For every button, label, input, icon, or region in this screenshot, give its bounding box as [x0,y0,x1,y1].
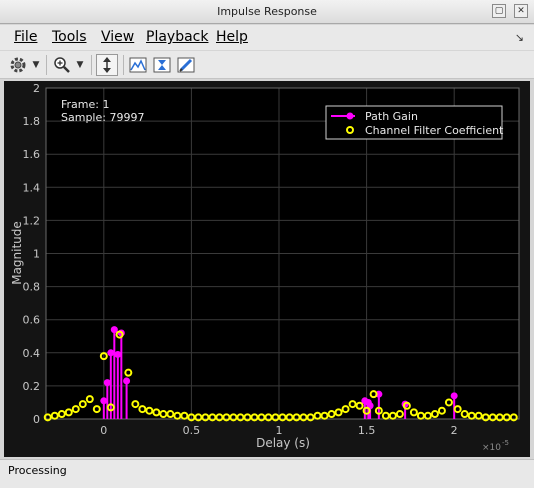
y-tick-label: 1.6 [23,148,41,161]
x-exponent-value: -5 [502,439,509,447]
triggers-button[interactable] [151,54,173,76]
menu-file[interactable]: File [14,29,37,45]
plot-panel: 0 0.5 1 1.5 2 0 0.2 0.4 0.6 0.8 1 1.2 1.4 1.6 1.8 2 Fr… [4,81,530,457]
style-button[interactable] [175,54,197,76]
status-text: Processing [8,464,67,477]
path-gain-point [114,350,122,358]
settings-button[interactable] [7,54,29,76]
peak-finder-icon [129,57,147,73]
restore-window-button[interactable]: ▢ [492,4,506,18]
y-tick-label: 1.8 [23,115,41,128]
x-axis-label: Delay (s) [256,436,310,450]
gear-icon [10,57,26,73]
window-titlebar: Impulse Response ▢ ✕ [0,0,534,24]
x-tick-label: 0.5 [183,424,201,437]
path-gain-point [123,377,131,385]
toolbar: ▼ ▼ [0,51,534,79]
legend-path-gain-label: Path Gain [365,110,418,123]
x-tick-label: 2 [451,424,458,437]
menu-help-label: Help [216,29,248,45]
zoom-in-button[interactable] [51,54,73,76]
status-bar: Processing [0,459,534,488]
menu-playback[interactable]: Playback [146,29,208,45]
menu-view-label: View [101,29,135,45]
scale-y-button[interactable] [96,54,118,76]
menu-help[interactable]: Help [216,29,248,45]
menu-tools[interactable]: Tools [52,29,87,45]
triggers-icon [153,57,171,73]
y-tick-label: 0.6 [23,314,41,327]
close-window-button[interactable]: ✕ [514,4,528,18]
legend-filter-label: Channel Filter Coefficient [365,124,504,137]
y-tick-label: 0 [33,413,40,426]
toolbar-separator [46,55,47,75]
sample-readout: Sample: 79997 [61,111,144,124]
zoom-in-icon [54,57,70,73]
frame-readout: Frame: 1 [61,98,109,111]
y-axis-label: Magnitude [10,221,24,285]
menu-tools-label: Tools [52,29,87,45]
x-tick-label: 1.5 [358,424,376,437]
pen-icon [177,57,195,73]
legend-path-gain-marker [346,112,354,120]
peak-finder-button[interactable] [127,54,149,76]
path-gain-point [100,397,108,405]
scale-y-icon [103,57,111,73]
y-tick-label: 0.4 [23,347,41,360]
zoom-dropdown[interactable]: ▼ [74,54,86,76]
menu-file-label: File [14,29,38,45]
chevron-down-icon: ▼ [76,60,84,70]
y-tick-label: 1.2 [23,214,41,227]
menu-bar: File Tools View Playback Help ↘ [0,25,534,50]
y-tick-label: 2 [33,82,40,95]
y-tick-label: 0.8 [23,281,41,294]
chevron-down-icon: ▼ [32,60,40,70]
toolbar-separator [91,55,92,75]
y-tick-label: 1 [33,248,40,261]
x-exponent-base: ×10 [482,443,501,453]
settings-dropdown[interactable]: ▼ [30,54,42,76]
menu-view[interactable]: View [101,29,134,45]
path-gain-point [103,379,111,387]
undock-icon[interactable]: ↘ [515,31,524,44]
impulse-response-chart[interactable]: 0 0.5 1 1.5 2 0 0.2 0.4 0.6 0.8 1 1.2 1.4 1.6 1.8 2 Fr… [4,81,530,457]
y-tick-label: 1.4 [23,181,41,194]
menu-playback-label: Playback [146,29,209,45]
path-gain-point [450,392,458,400]
path-gain-point [107,349,115,357]
y-tick-label: 0.2 [23,380,41,393]
window-title: Impulse Response [217,5,317,18]
y-axis: 0 0.2 0.4 0.6 0.8 1 1.2 1.4 1.6 1.8 2 [23,82,41,426]
legend[interactable]: Path Gain Channel Filter Coefficient [325,105,504,140]
toolbar-separator [123,55,124,75]
x-tick-label: 0 [100,424,107,437]
